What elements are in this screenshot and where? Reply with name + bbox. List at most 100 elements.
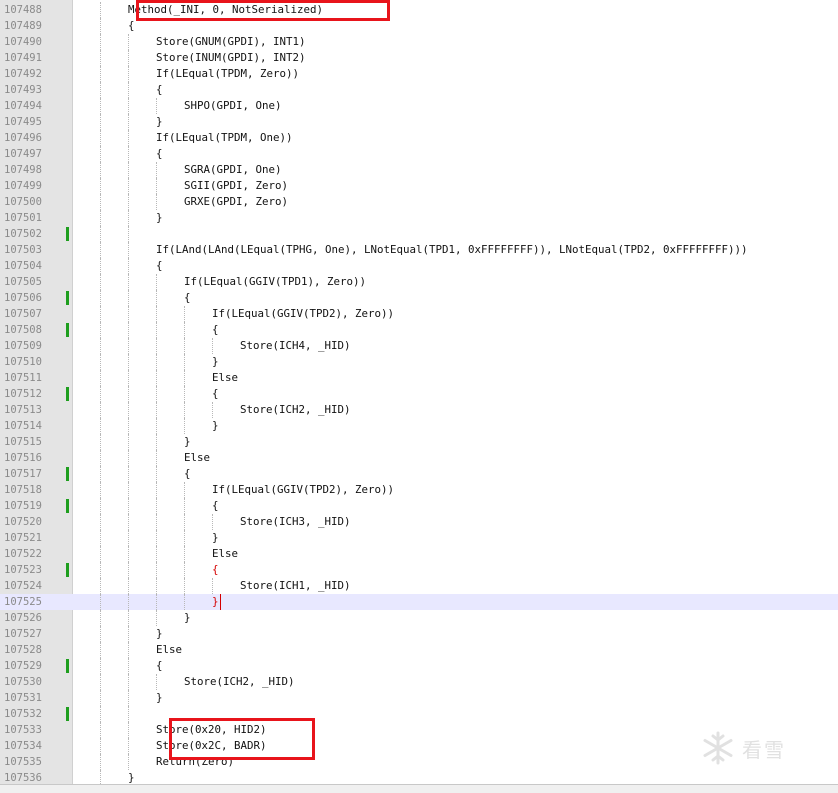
code-text: If(LEqual(TPDM, Zero)) [156, 67, 300, 80]
code-line[interactable]: 107514} [0, 418, 838, 434]
code-line[interactable]: 107519 { [0, 498, 838, 514]
change-marker [66, 323, 69, 337]
code-line[interactable]: 107521} [0, 530, 838, 546]
code-line[interactable]: 107512 { [0, 386, 838, 402]
indent-guide [100, 546, 101, 562]
code-line[interactable]: 107496 If(LEqual(TPDM, One)) [0, 130, 838, 146]
indent-guide [184, 594, 185, 610]
line-number: 107527 [4, 628, 42, 640]
code-text: Store(ICH2, _HID) [184, 675, 295, 688]
code-line[interactable]: 107490 Store(GNUM(GPDI), INT1) [0, 34, 838, 50]
code-line[interactable]: 107516 Else [0, 450, 838, 466]
indent-guide [212, 402, 213, 418]
line-number: 107529 [4, 660, 42, 672]
line-number: 107514 [4, 420, 42, 432]
code-text: { [184, 467, 191, 480]
code-line[interactable]: 107495} [0, 114, 838, 130]
code-line[interactable]: 107532 [0, 706, 838, 722]
code-line[interactable]: 107526} [0, 610, 838, 626]
indent-guide [128, 434, 129, 450]
indent-guide [184, 418, 185, 434]
indent-guide [128, 162, 129, 178]
code-line[interactable]: 107497 { [0, 146, 838, 162]
indent-guide [156, 674, 157, 690]
code-line[interactable]: 107511 Else [0, 370, 838, 386]
indent-guide [128, 706, 129, 722]
indent-guide [100, 450, 101, 466]
indent-guide [156, 98, 157, 114]
change-marker [66, 227, 69, 241]
code-line[interactable]: 107529 { [0, 658, 838, 674]
line-number: 107533 [4, 724, 42, 736]
indent-guide [156, 274, 157, 290]
indent-guide [100, 386, 101, 402]
indent-guide [100, 418, 101, 434]
indent-guide [100, 258, 101, 274]
code-line[interactable]: 107492 If(LEqual(TPDM, Zero)) [0, 66, 838, 82]
code-line[interactable]: 107518 If(LEqual(GGIV(TPD2), Zero)) [0, 482, 838, 498]
code-line[interactable]: 107502 [0, 226, 838, 242]
code-line[interactable]: 107500 GRXE(GPDI, Zero) [0, 194, 838, 210]
code-line[interactable]: 107503 If(LAnd(LAnd(LEqual(TPHG, One), LN… [0, 242, 838, 258]
code-line[interactable]: 107498 SGRA(GPDI, One) [0, 162, 838, 178]
code-line[interactable]: 107493 { [0, 82, 838, 98]
code-text: { [184, 291, 191, 304]
code-line[interactable]: 107504 { [0, 258, 838, 274]
indent-guide [184, 354, 185, 370]
code-text: Store(ICH4, _HID) [240, 339, 351, 352]
indent-guide [128, 514, 129, 530]
indent-guide [100, 290, 101, 306]
code-line[interactable]: 107523 { [0, 562, 838, 578]
indent-guide [100, 354, 101, 370]
indent-guide [100, 514, 101, 530]
code-text: } [184, 435, 191, 448]
code-line[interactable]: 107520 Store(ICH3, _HID) [0, 514, 838, 530]
line-number: 107518 [4, 484, 42, 496]
code-line[interactable]: 107530 Store(ICH2, _HID) [0, 674, 838, 690]
code-line[interactable]: 107515} [0, 434, 838, 450]
indent-guide [128, 482, 129, 498]
indent-guide [128, 386, 129, 402]
code-line[interactable]: 107531} [0, 690, 838, 706]
code-line[interactable]: 107499 SGII(GPDI, Zero) [0, 178, 838, 194]
indent-guide [128, 114, 129, 130]
indent-guide [184, 386, 185, 402]
code-line[interactable]: 107489 { [0, 18, 838, 34]
indent-guide [128, 66, 129, 82]
code-line[interactable]: 107507 If(LEqual(GGIV(TPD2), Zero)) [0, 306, 838, 322]
code-line[interactable]: 107506 { [0, 290, 838, 306]
code-line[interactable]: 107517 { [0, 466, 838, 482]
code-line[interactable]: 107525} [0, 594, 838, 610]
code-line[interactable]: 107501} [0, 210, 838, 226]
code-line[interactable]: 107509 Store(ICH4, _HID) [0, 338, 838, 354]
code-line[interactable]: 107494 SHPO(GPDI, One) [0, 98, 838, 114]
code-line[interactable]: 107528 Else [0, 642, 838, 658]
indent-guide [156, 162, 157, 178]
code-line[interactable]: 107510} [0, 354, 838, 370]
code-line[interactable]: 107524 Store(ICH1, _HID) [0, 578, 838, 594]
indent-guide [100, 434, 101, 450]
line-number: 107519 [4, 500, 42, 512]
line-number: 107503 [4, 244, 42, 256]
indent-guide [184, 370, 185, 386]
indent-guide [100, 274, 101, 290]
code-line[interactable]: 107508 { [0, 322, 838, 338]
code-text: SGII(GPDI, Zero) [184, 179, 289, 192]
code-line[interactable]: 107491 Store(INUM(GPDI), INT2) [0, 50, 838, 66]
code-line[interactable]: 107513 Store(ICH2, _HID) [0, 402, 838, 418]
indent-guide [212, 338, 213, 354]
code-line[interactable]: 107527} [0, 626, 838, 642]
indent-guide [212, 514, 213, 530]
code-line[interactable]: 107522 Else [0, 546, 838, 562]
code-line[interactable]: 107505 If(LEqual(GGIV(TPD1), Zero)) [0, 274, 838, 290]
line-number: 107495 [4, 116, 42, 128]
line-number: 107498 [4, 164, 42, 176]
indent-guide [100, 114, 101, 130]
indent-guide [156, 322, 157, 338]
indent-guide [100, 658, 101, 674]
code-lines[interactable]: 107488 Method(_INI, 0, NotSerialized) 1074… [0, 2, 838, 786]
watermark-text: 看雪 [742, 737, 786, 762]
indent-guide [128, 418, 129, 434]
code-editor[interactable]: 107488 Method(_INI, 0, NotSerialized) 1074… [0, 0, 838, 793]
code-line[interactable]: 107488 Method(_INI, 0, NotSerialized) [0, 2, 838, 18]
